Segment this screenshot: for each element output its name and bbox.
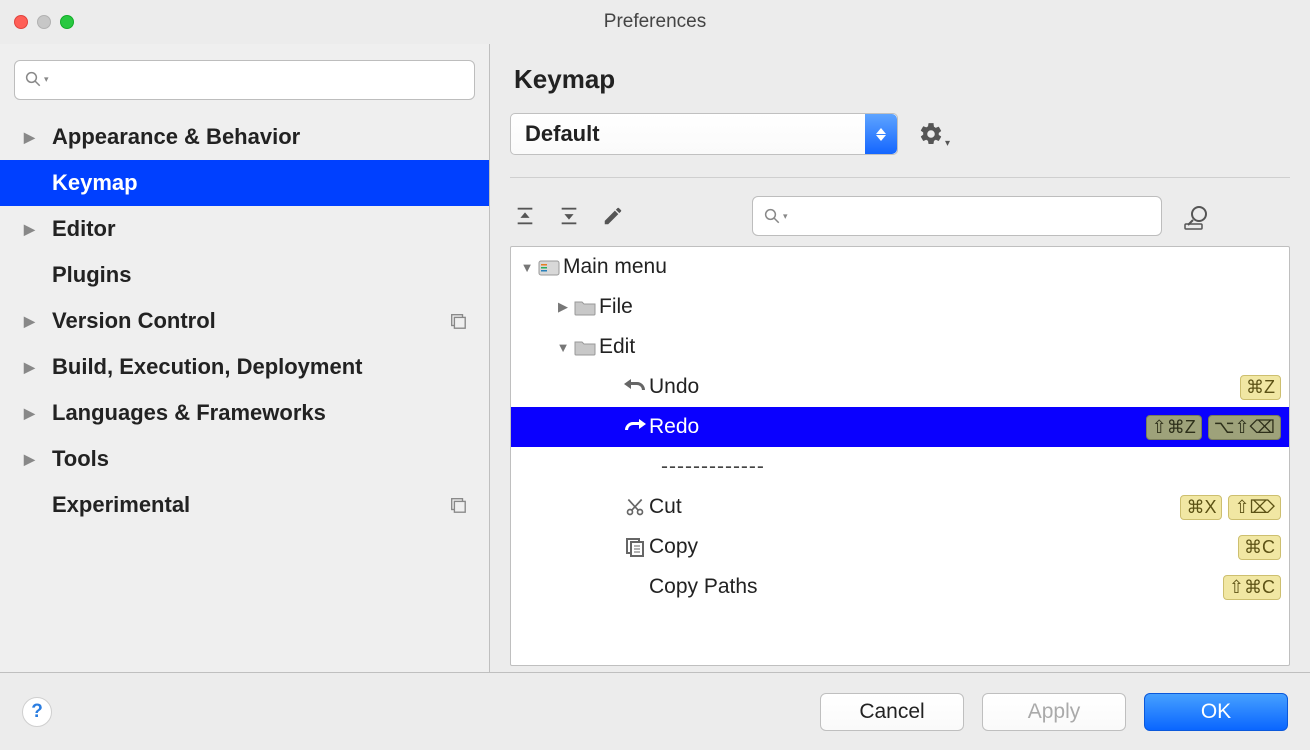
dropdown-arrow-icon: ▾ [783, 211, 788, 222]
project-scope-icon [449, 496, 467, 514]
shortcut-badge: ⌘C [1238, 535, 1281, 560]
node-label: Edit [599, 335, 1281, 359]
window-title: Preferences [0, 11, 1310, 33]
category-label: Editor [52, 216, 116, 242]
divider [510, 177, 1290, 178]
tree-node-redo[interactable]: Redo ⇧⌘Z ⌥⇧⌫ [511, 407, 1289, 447]
search-icon [763, 207, 781, 225]
apply-button[interactable]: Apply [982, 693, 1126, 731]
copy-icon [621, 537, 649, 557]
shortcut-badge: ⇧⌘Z [1146, 415, 1202, 440]
tree-separator: ------------- [511, 447, 1289, 487]
gear-icon [918, 121, 944, 147]
preferences-sidebar: ▾ ▶Appearance & Behavior ▶Keymap ▶Editor… [0, 44, 490, 672]
page-heading: Keymap [514, 64, 1290, 95]
folder-icon [571, 298, 599, 316]
node-label: Copy Paths [649, 575, 1217, 599]
sidebar-item-plugins[interactable]: ▶Plugins [0, 252, 489, 298]
chevron-updown-icon [865, 114, 897, 154]
tree-node-cut[interactable]: Cut ⌘X ⇧⌦ [511, 487, 1289, 527]
node-label: Main menu [563, 255, 1281, 279]
window-titlebar: Preferences [0, 0, 1310, 44]
project-scope-icon [449, 312, 467, 330]
node-label: File [599, 295, 1281, 319]
settings-search-input[interactable] [14, 60, 475, 100]
cancel-button[interactable]: Cancel [820, 693, 964, 731]
sidebar-item-languages[interactable]: ▶Languages & Frameworks [0, 390, 489, 436]
category-label: Plugins [52, 262, 131, 288]
pencil-icon [602, 205, 624, 227]
dropdown-arrow-icon: ▾ [945, 138, 950, 149]
separator-label: ------------- [661, 455, 765, 479]
find-by-shortcut-button[interactable] [1184, 202, 1212, 230]
category-label: Build, Execution, Deployment [52, 354, 362, 380]
category-label: Version Control [52, 308, 216, 334]
search-icon: ▾ [24, 70, 49, 88]
keymap-panel: Keymap Default ▾ ▾ [490, 44, 1310, 672]
sidebar-item-experimental[interactable]: ▶Experimental [0, 482, 489, 528]
edit-shortcut-button[interactable] [598, 201, 628, 231]
sidebar-item-editor[interactable]: ▶Editor [0, 206, 489, 252]
tree-node-undo[interactable]: Undo ⌘Z [511, 367, 1289, 407]
settings-categories: ▶Appearance & Behavior ▶Keymap ▶Editor ▶… [0, 108, 489, 672]
ok-button[interactable]: OK [1144, 693, 1288, 731]
action-search[interactable]: ▾ [752, 196, 1162, 236]
actions-tree[interactable]: ▼ Main menu ▶ File ▼ Edit [510, 246, 1290, 666]
shortcut-badge: ⌘Z [1240, 375, 1281, 400]
sidebar-item-version-control[interactable]: ▶Version Control [0, 298, 489, 344]
category-label: Experimental [52, 492, 190, 518]
selected-scheme-label: Default [525, 121, 600, 147]
tree-node-copy-paths[interactable]: Copy Paths ⇧⌘C [511, 567, 1289, 607]
expand-arrow-icon: ▼ [519, 260, 535, 275]
undo-icon [621, 378, 649, 396]
shortcut-badge: ⇧⌦ [1228, 495, 1281, 520]
tree-node-main-menu[interactable]: ▼ Main menu [511, 247, 1289, 287]
cut-icon [621, 497, 649, 517]
sidebar-item-keymap[interactable]: ▶Keymap [0, 160, 489, 206]
category-label: Appearance & Behavior [52, 124, 300, 150]
node-label: Undo [649, 375, 1234, 399]
tree-node-edit[interactable]: ▼ Edit [511, 327, 1289, 367]
scheme-actions-button[interactable]: ▾ [918, 121, 944, 147]
help-button[interactable]: ? [22, 697, 52, 727]
folder-icon [571, 338, 599, 356]
sidebar-item-tools[interactable]: ▶Tools [0, 436, 489, 482]
shortcut-badge: ⌘X [1180, 495, 1222, 520]
expand-all-icon [514, 205, 536, 227]
collapse-all-icon [558, 205, 580, 227]
category-label: Languages & Frameworks [52, 400, 326, 426]
category-label: Keymap [52, 170, 138, 196]
shortcut-badge: ⇧⌘C [1223, 575, 1281, 600]
sidebar-item-build[interactable]: ▶Build, Execution, Deployment [0, 344, 489, 390]
keymap-scheme-select[interactable]: Default [510, 113, 898, 155]
redo-icon [621, 418, 649, 436]
category-label: Tools [52, 446, 109, 472]
collapse-all-button[interactable] [554, 201, 584, 231]
menu-folder-icon [535, 258, 563, 276]
tree-node-file[interactable]: ▶ File [511, 287, 1289, 327]
expand-all-button[interactable] [510, 201, 540, 231]
expand-arrow-icon: ▼ [555, 340, 571, 355]
tree-node-copy[interactable]: Copy ⌘C [511, 527, 1289, 567]
node-label: Cut [649, 495, 1174, 519]
expand-arrow-icon: ▶ [555, 299, 571, 315]
shortcut-badge: ⌥⇧⌫ [1208, 415, 1281, 440]
dialog-footer: ? Cancel Apply OK [0, 672, 1310, 750]
sidebar-item-appearance[interactable]: ▶Appearance & Behavior [0, 114, 489, 160]
node-label: Redo [649, 415, 1140, 439]
find-shortcut-icon [1184, 202, 1212, 230]
node-label: Copy [649, 535, 1232, 559]
action-search-input[interactable] [794, 206, 1151, 227]
